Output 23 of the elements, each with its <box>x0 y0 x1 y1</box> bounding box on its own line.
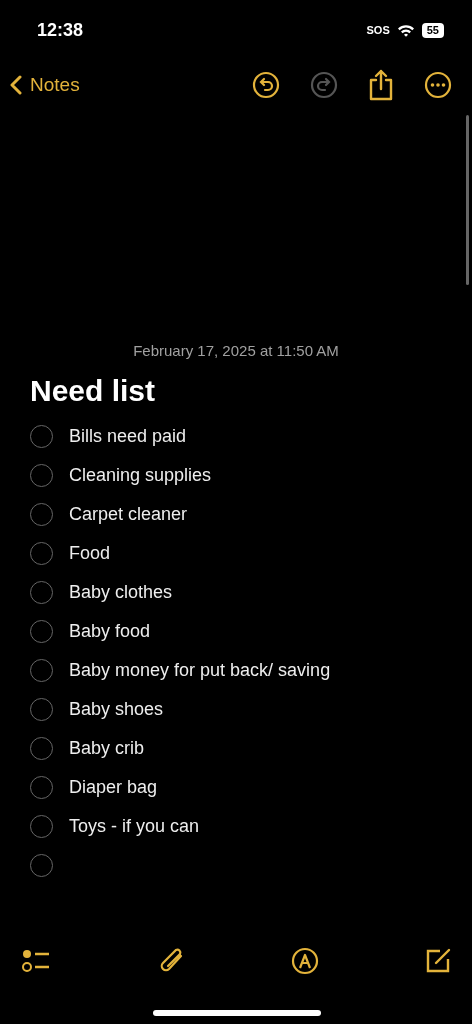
chevron-icon <box>10 75 22 95</box>
checklist-item: Baby food <box>69 621 151 642</box>
carrier-text: SOS <box>366 24 390 36</box>
note-date: February 17, 2025 at 11:50 AM <box>132 342 340 359</box>
checklist-item: Cleaning supplies <box>69 465 212 486</box>
share-icon[interactable] <box>368 69 394 101</box>
status-time: 12:38 <box>37 19 84 41</box>
note-title: Need list <box>30 373 157 409</box>
undo-icon[interactable] <box>252 71 280 99</box>
checklist-item: Baby money for put back/ saving <box>69 660 331 681</box>
checklist-item: Diaper bag <box>69 777 158 798</box>
checklist-item: Food <box>69 543 111 564</box>
checklist-item: Bills need paid <box>69 426 187 447</box>
checklist-item: Baby clothes <box>69 582 173 603</box>
battery-icon: 55 <box>421 22 444 38</box>
checklist-item: Carpet cleaner <box>69 504 188 525</box>
checklist-item: Baby crib <box>69 738 145 759</box>
wifi-icon <box>396 23 415 37</box>
pen-tip-icon[interactable] <box>291 947 320 975</box>
more-icon[interactable] <box>424 71 452 99</box>
checklist-item: Baby shoes <box>69 699 164 720</box>
back-button[interactable]: Notes <box>10 74 80 96</box>
checklist-item: Toys - if you can <box>69 816 200 837</box>
